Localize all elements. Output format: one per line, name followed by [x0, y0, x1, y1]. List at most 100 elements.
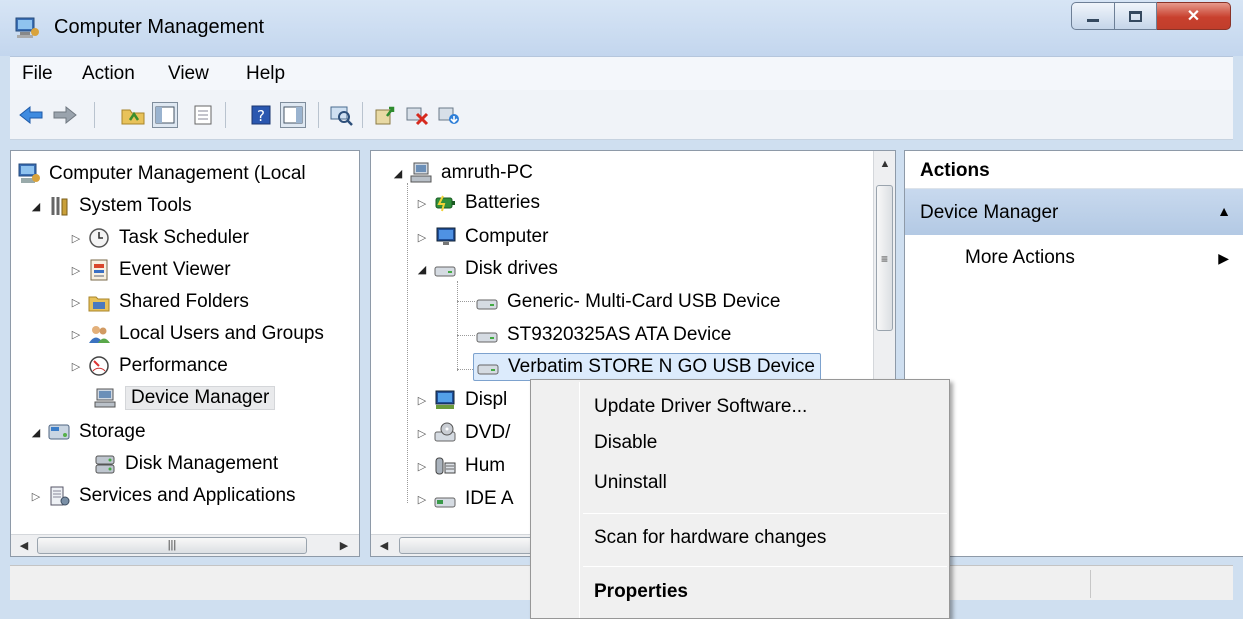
tree-item-disk-management[interactable]: Disk Management [89, 450, 278, 478]
tree-label: Storage [79, 421, 146, 442]
tree-item-local-users-groups[interactable]: ▷ Local Users and Groups [69, 320, 324, 348]
services-icon [47, 485, 71, 507]
collapsed-arrow-icon[interactable]: ▷ [415, 427, 429, 440]
tree-item-services-applications[interactable]: ▷ Services and Applications [29, 482, 296, 510]
tree-item-disk-ata[interactable]: ST9320325AS ATA Device [475, 321, 731, 349]
submenu-arrow-icon[interactable]: ▶ [1218, 250, 1229, 267]
tree-item-system-tools[interactable]: ◢ System Tools [29, 192, 192, 220]
tree-item-disk-drives[interactable]: ◢ Disk drives [415, 255, 558, 283]
update-driver-icon[interactable] [372, 102, 398, 128]
expanded-arrow-icon[interactable]: ◢ [415, 263, 429, 276]
dvd-drive-icon [433, 422, 457, 444]
tree-item-ide[interactable]: ▷ IDE A [415, 485, 514, 513]
scroll-thumb[interactable] [399, 537, 539, 554]
expanded-arrow-icon[interactable]: ◢ [29, 200, 43, 213]
tree-item-storage[interactable]: ◢ Storage [29, 418, 146, 446]
tree-item-disk-generic[interactable]: Generic- Multi-Card USB Device [475, 288, 780, 316]
collapse-up-icon[interactable]: ▲ [1217, 203, 1231, 219]
scroll-left-icon[interactable]: ◀ [373, 535, 395, 556]
actions-section-device-manager[interactable]: Device Manager ▲ [905, 189, 1243, 235]
forward-icon[interactable] [52, 102, 78, 128]
up-folder-icon[interactable] [120, 102, 146, 128]
collapsed-arrow-icon[interactable]: ▷ [415, 231, 429, 244]
tree-item-batteries[interactable]: ▷ Batteries [415, 189, 540, 217]
collapsed-arrow-icon[interactable]: ▷ [415, 394, 429, 407]
scroll-thumb[interactable]: ≡ [876, 185, 893, 331]
context-properties[interactable]: Properties [594, 577, 688, 607]
tree-label: amruth-PC [441, 162, 533, 183]
context-menu: Update Driver Software... Disable Uninst… [530, 379, 950, 619]
computer-icon [409, 162, 433, 184]
export-list-icon[interactable] [190, 102, 216, 128]
tree-item-computer-management[interactable]: Computer Management (Local [15, 160, 306, 188]
tree-item-disk-verbatim[interactable]: Verbatim STORE N GO USB Device [473, 353, 821, 381]
tree-item-dvd[interactable]: ▷ DVD/ [415, 419, 511, 447]
display-adapter-icon [433, 389, 457, 411]
toolbar: ? [10, 90, 1233, 140]
event-viewer-icon [87, 259, 111, 281]
context-uninstall[interactable]: Uninstall [594, 468, 667, 498]
tree-item-human-interface[interactable]: ▷ Hum [415, 452, 505, 480]
show-hide-action-pane-icon[interactable] [280, 102, 306, 128]
menu-action[interactable]: Action [82, 63, 135, 85]
tree-item-computer[interactable]: ▷ Computer [415, 223, 549, 251]
context-disable[interactable]: Disable [594, 428, 657, 458]
back-icon[interactable] [18, 102, 44, 128]
minimize-button[interactable] [1071, 2, 1115, 30]
tree-label: Services and Applications [79, 485, 296, 506]
menu-help[interactable]: Help [246, 63, 285, 85]
tree-label: Performance [119, 355, 228, 376]
help-icon[interactable]: ? [248, 102, 274, 128]
collapsed-arrow-icon[interactable]: ▷ [69, 360, 83, 373]
status-divider [1090, 570, 1091, 598]
tree-item-display[interactable]: ▷ Displ [415, 386, 507, 414]
tree-label-selected: Device Manager [125, 386, 276, 410]
scroll-up-icon[interactable]: ▲ [874, 153, 896, 174]
collapsed-arrow-icon[interactable]: ▷ [69, 296, 83, 309]
context-update-driver[interactable]: Update Driver Software... [594, 392, 807, 422]
tree-label: Computer [465, 226, 549, 247]
scroll-right-icon[interactable]: ▶ [333, 535, 355, 556]
tree-item-task-scheduler[interactable]: ▷ Task Scheduler [69, 224, 249, 252]
tree-label: Generic- Multi-Card USB Device [507, 291, 781, 312]
expanded-arrow-icon[interactable]: ◢ [29, 426, 43, 439]
collapsed-arrow-icon[interactable]: ▷ [69, 264, 83, 277]
tree-label: Displ [465, 389, 508, 410]
actions-header: Actions [905, 151, 1243, 189]
human-interface-icon [433, 455, 457, 477]
context-item-label: Update Driver Software... [594, 396, 808, 417]
tree-label-selected: Verbatim STORE N GO USB Device [508, 356, 815, 377]
collapsed-arrow-icon[interactable]: ▷ [415, 493, 429, 506]
menu-view[interactable]: View [168, 63, 209, 85]
more-actions-item[interactable]: More Actions [965, 247, 1075, 269]
tree-item-computer-root[interactable]: ◢ amruth-PC [391, 159, 533, 187]
context-item-label: Disable [594, 432, 658, 453]
menu-file[interactable]: File [22, 63, 53, 85]
disable-device-icon[interactable] [404, 102, 430, 128]
tree-connector [457, 301, 475, 302]
context-separator [583, 566, 947, 567]
tree-item-event-viewer[interactable]: ▷ Event Viewer [69, 256, 231, 284]
uninstall-device-icon[interactable] [436, 102, 462, 128]
svg-text:?: ? [257, 107, 265, 125]
collapsed-arrow-icon[interactable]: ▷ [69, 232, 83, 245]
tree-item-performance[interactable]: ▷ Performance [69, 352, 228, 380]
collapsed-arrow-icon[interactable]: ▷ [69, 328, 83, 341]
context-item-label: Scan for hardware changes [594, 527, 827, 548]
collapsed-arrow-icon[interactable]: ▷ [415, 460, 429, 473]
close-button[interactable]: ✕ [1157, 2, 1231, 30]
scroll-thumb[interactable]: ||| [37, 537, 307, 554]
show-hide-console-tree-icon[interactable] [152, 102, 178, 128]
scan-hardware-icon[interactable] [328, 102, 354, 128]
horizontal-scrollbar[interactable]: ◀ ||| ▶ [11, 534, 359, 556]
expanded-arrow-icon[interactable]: ◢ [391, 167, 405, 180]
tree-item-device-manager[interactable]: Device Manager [89, 384, 276, 412]
collapsed-arrow-icon[interactable]: ▷ [415, 197, 429, 210]
context-scan-hardware[interactable]: Scan for hardware changes [594, 523, 826, 553]
tree-item-shared-folders[interactable]: ▷ Shared Folders [69, 288, 249, 316]
collapsed-arrow-icon[interactable]: ▷ [29, 490, 43, 503]
scroll-left-icon[interactable]: ◀ [13, 535, 35, 556]
maximize-button[interactable] [1115, 2, 1157, 30]
shared-folders-icon [87, 291, 111, 313]
performance-icon [87, 355, 111, 377]
